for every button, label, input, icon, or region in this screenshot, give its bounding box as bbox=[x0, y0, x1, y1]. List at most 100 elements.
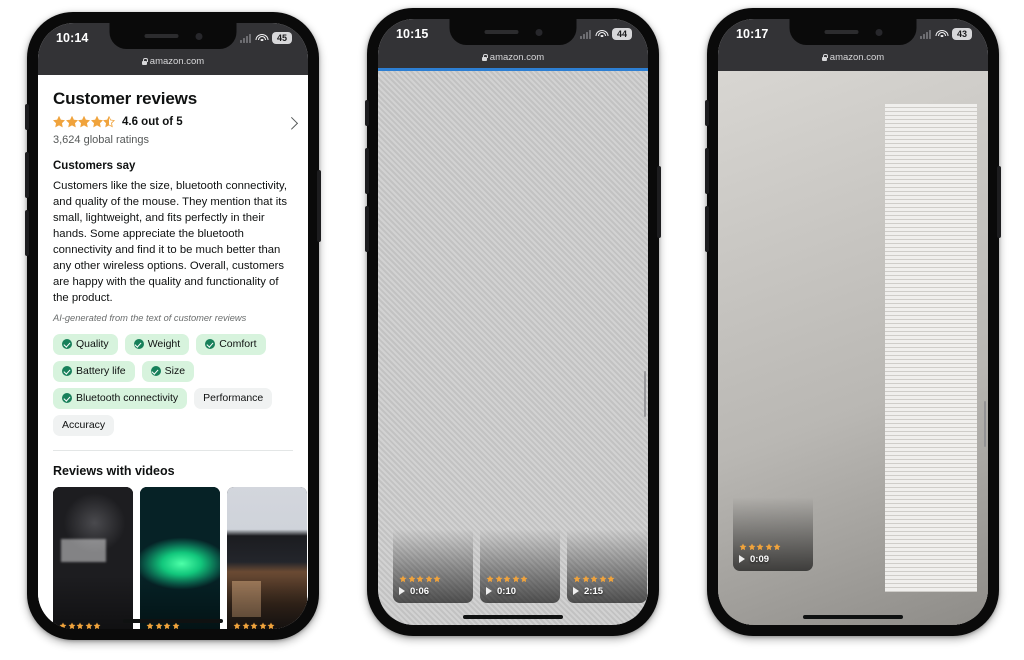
silent-switch[interactable] bbox=[365, 100, 369, 126]
signal-bars-icon bbox=[580, 29, 591, 39]
review-page: Customer reviews4.4 out of 516,262 globa… bbox=[718, 70, 988, 625]
chevron-right-icon[interactable] bbox=[285, 116, 299, 130]
review-image-thumbnail[interactable] bbox=[718, 70, 988, 625]
check-circle-icon bbox=[133, 339, 144, 350]
star-icon bbox=[53, 115, 65, 128]
images-strip[interactable] bbox=[718, 70, 988, 625]
scrollbar-thumb[interactable] bbox=[983, 400, 986, 447]
ai-generated-note: AI-generated from the text of customer r… bbox=[53, 312, 247, 323]
aspect-chip-label: Quality bbox=[76, 338, 109, 351]
aspect-chip[interactable]: Quality bbox=[53, 333, 118, 355]
browser-url-bar[interactable]: amazon.com bbox=[718, 49, 988, 68]
check-circle-icon bbox=[62, 393, 72, 404]
silent-switch[interactable] bbox=[25, 104, 29, 130]
video-duration-text: 0:06 bbox=[410, 585, 430, 597]
browser-chrome: 10:17 43 amazon.com bbox=[718, 19, 988, 71]
browser-chrome: 10:15 44 amazon.com bbox=[378, 19, 648, 71]
earpiece-speaker bbox=[484, 30, 518, 34]
star-icon bbox=[90, 115, 103, 128]
wifi-icon bbox=[595, 29, 608, 39]
power-button[interactable] bbox=[997, 166, 1001, 238]
video-thumbnail[interactable]: 0:10 bbox=[53, 486, 133, 629]
aspect-chip[interactable]: Weight bbox=[124, 333, 190, 355]
aspect-chip[interactable]: Comfort bbox=[196, 333, 266, 355]
aspect-chip[interactable]: Battery life bbox=[53, 360, 135, 382]
browser-url-bar[interactable]: amazon.com bbox=[38, 53, 308, 72]
video-thumbnail[interactable]: 0:18 bbox=[227, 486, 307, 629]
review-image bbox=[718, 70, 988, 625]
home-indicator[interactable] bbox=[123, 619, 223, 623]
video-thumbnail-meta: 0:18 bbox=[233, 622, 275, 629]
phone-2: 10:15 44 amazon.com Customer reviews4.5 out… bbox=[365, 8, 661, 636]
lock-icon bbox=[481, 53, 488, 61]
video-rating-stars bbox=[573, 575, 615, 583]
page-loading-bar bbox=[378, 68, 648, 71]
reviews-with-videos-heading: Reviews with videos bbox=[53, 463, 175, 478]
volume-up-button[interactable] bbox=[25, 152, 29, 198]
front-camera-icon bbox=[195, 32, 202, 40]
volume-down-button[interactable] bbox=[365, 206, 369, 252]
status-time: 10:15 bbox=[396, 27, 429, 41]
status-time: 10:14 bbox=[56, 31, 89, 45]
star-icon bbox=[103, 115, 115, 128]
battery-indicator: 43 bbox=[952, 28, 972, 40]
global-ratings-count: 3,624 global ratings bbox=[53, 133, 150, 146]
check-circle-icon bbox=[62, 366, 72, 377]
page-title: Customer reviews bbox=[53, 88, 198, 108]
aspect-chip-label: Comfort bbox=[219, 338, 257, 351]
video-rating-stars bbox=[233, 622, 275, 629]
volume-down-button[interactable] bbox=[705, 206, 709, 252]
earpiece-speaker bbox=[144, 34, 178, 38]
scrollbar-thumb[interactable] bbox=[643, 370, 646, 417]
play-icon bbox=[739, 554, 746, 564]
aspect-chip[interactable]: Performance bbox=[194, 387, 273, 409]
earpiece-speaker bbox=[824, 30, 858, 34]
review-aspect-chips: Quality Weight Comfort Battery life Size Blue… bbox=[53, 333, 293, 436]
status-bar: 10:17 43 bbox=[718, 19, 988, 49]
battery-indicator: 44 bbox=[612, 28, 632, 40]
power-button[interactable] bbox=[317, 170, 321, 242]
video-rating-stars bbox=[486, 575, 528, 583]
home-indicator[interactable] bbox=[463, 615, 563, 619]
video-duration: 2:15 bbox=[573, 586, 615, 597]
play-icon bbox=[573, 586, 580, 596]
volume-up-button[interactable] bbox=[705, 148, 709, 194]
video-rating-stars bbox=[59, 622, 101, 629]
lock-icon bbox=[141, 57, 148, 65]
aspect-chip-label: Size bbox=[164, 365, 186, 378]
phone-3-screen: 10:17 43 amazon.com Customer reviews4.4 out… bbox=[718, 19, 988, 625]
notch bbox=[449, 19, 577, 45]
video-thumbnail[interactable]: 0:10 bbox=[140, 486, 220, 629]
power-button[interactable] bbox=[657, 166, 661, 238]
aspect-chip[interactable]: Bluetooth connectivity bbox=[53, 387, 188, 409]
browser-url-bar[interactable]: amazon.com bbox=[378, 49, 648, 68]
customers-say-summary: Customers like the size, bluetooth conne… bbox=[53, 179, 288, 304]
video-thumbnail-meta: 0:10 bbox=[59, 622, 101, 629]
rating-row[interactable]: 4.6 out of 5 bbox=[53, 115, 299, 130]
home-indicator[interactable] bbox=[803, 615, 903, 619]
notch bbox=[789, 19, 917, 45]
lock-icon bbox=[821, 53, 828, 61]
wifi-icon bbox=[935, 29, 948, 39]
video-duration-text: 0:09 bbox=[750, 553, 770, 565]
url-text: amazon.com bbox=[489, 51, 545, 63]
aspect-chip[interactable]: Accuracy bbox=[53, 414, 115, 436]
video-thumbnail-meta: 0:06 bbox=[399, 575, 441, 597]
aspect-chip-label: Battery life bbox=[76, 365, 126, 378]
video-rating-stars bbox=[739, 543, 781, 551]
star-icon bbox=[65, 115, 78, 128]
video-thumbnail-meta: 2:15 bbox=[573, 575, 615, 597]
volume-up-button[interactable] bbox=[365, 148, 369, 194]
aspect-chip-label: Bluetooth connectivity bbox=[76, 392, 179, 405]
review-page: Customer reviews4.5 out of 526,205 globa… bbox=[378, 70, 648, 625]
status-time: 10:17 bbox=[736, 27, 769, 41]
silent-switch[interactable] bbox=[705, 100, 709, 126]
video-thumbnail-meta: 0:10 bbox=[486, 575, 528, 597]
phone-1-screen: 10:14 45 amazon.com Customer reviews 4.6 out… bbox=[38, 23, 308, 629]
battery-indicator: 45 bbox=[272, 32, 292, 44]
videos-strip[interactable]: 0:10 0:10 0:18 bbox=[53, 486, 307, 629]
volume-down-button[interactable] bbox=[25, 210, 29, 256]
video-duration: 0:06 bbox=[399, 586, 441, 597]
aspect-chip[interactable]: Size bbox=[141, 360, 195, 382]
url-text: amazon.com bbox=[829, 51, 885, 63]
